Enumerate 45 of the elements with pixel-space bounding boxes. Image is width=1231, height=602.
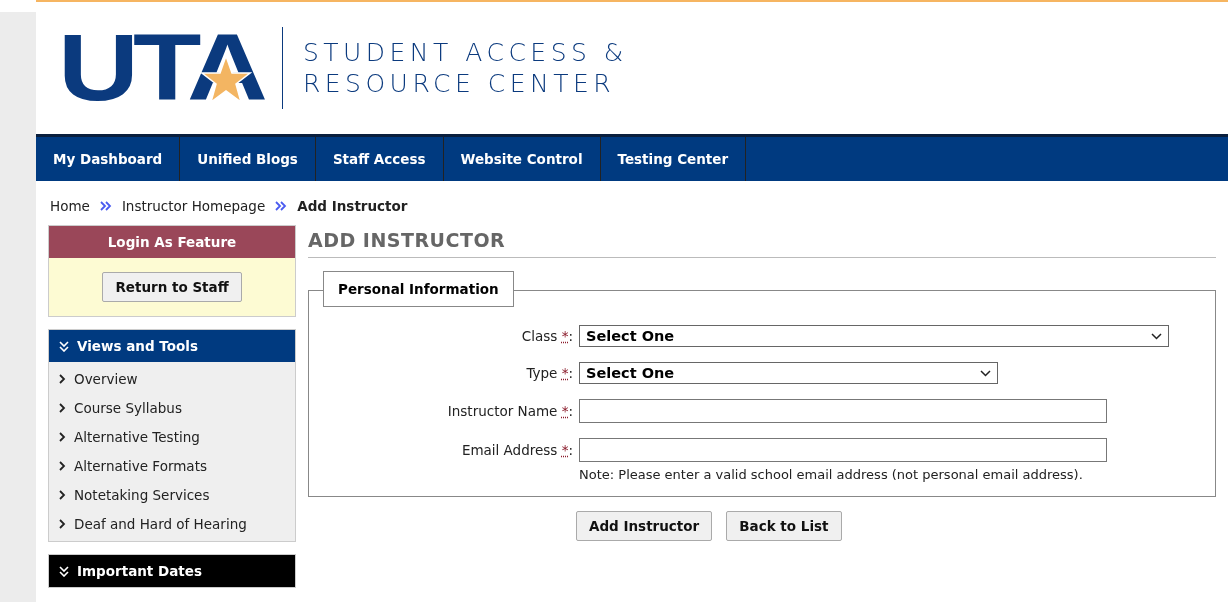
chevron-right-icon [59, 403, 66, 413]
double-chevron-down-icon [59, 340, 69, 352]
chevron-right-icon [59, 461, 66, 471]
field-note: Note: Please enter a valid school email address (not personal email address). [579, 467, 1084, 482]
form-button[interactable]: Back to List [726, 511, 842, 541]
sidebar-link[interactable]: Overview [59, 368, 295, 390]
input-field[interactable] [579, 399, 1107, 423]
chevron-right-icon [59, 374, 66, 384]
nav-tab[interactable]: Unified Blogs [180, 137, 316, 181]
field-label: Instructor Name *: [446, 403, 573, 419]
double-chevron-down-icon [59, 565, 69, 577]
return-to-staff-button[interactable]: Return to Staff [102, 272, 242, 302]
panel-title: Login As Feature [49, 226, 295, 258]
chevron-right-icon [59, 490, 66, 500]
select-field[interactable]: Select One [579, 362, 998, 384]
sidebar-link[interactable]: Alternative Formats [59, 455, 295, 477]
field-label: Type *: [525, 365, 573, 381]
form-button[interactable]: Add Instructor [576, 511, 713, 541]
chevron-right-icon [59, 432, 66, 442]
field-label: Email Address *: [460, 442, 573, 458]
nav-tab[interactable]: Testing Center [600, 137, 747, 181]
nav-tab[interactable]: Staff Access [315, 137, 444, 181]
select-field[interactable]: Select One [579, 325, 1169, 347]
input-field[interactable] [579, 438, 1107, 462]
site-title: RESOURCE CENTER [302, 69, 617, 98]
breadcrumb-link[interactable]: Instructor Homepage [121, 198, 266, 214]
current-page-label: Add Instructor [297, 198, 408, 214]
site-title: STUDENT ACCESS & [302, 38, 628, 67]
sidebar-link[interactable]: Alternative Testing [59, 426, 295, 448]
page-title: ADD INSTRUCTOR [308, 225, 1216, 258]
sidebar-link[interactable]: Notetaking Services [59, 484, 295, 506]
sidebar-link[interactable]: Course Syllabus [59, 397, 295, 419]
field-label: Class *: [520, 328, 573, 344]
panel-title: Views and Tools [77, 338, 198, 354]
fieldset-legend: Personal Information [323, 271, 514, 307]
chevron-down-icon [980, 369, 991, 377]
nav-tab[interactable]: Website Control [443, 137, 601, 181]
chevron-down-icon [1151, 332, 1162, 340]
panel-title: Important Dates [77, 563, 202, 579]
chevron-right-icon [59, 519, 66, 529]
double-chevron-right-icon [275, 201, 288, 211]
double-chevron-right-icon [99, 201, 112, 211]
nav-tab[interactable]: My Dashboard [36, 137, 181, 181]
breadcrumb-link[interactable]: Home [50, 198, 90, 214]
sidebar-link[interactable]: Deaf and Hard of Hearing [59, 513, 295, 535]
